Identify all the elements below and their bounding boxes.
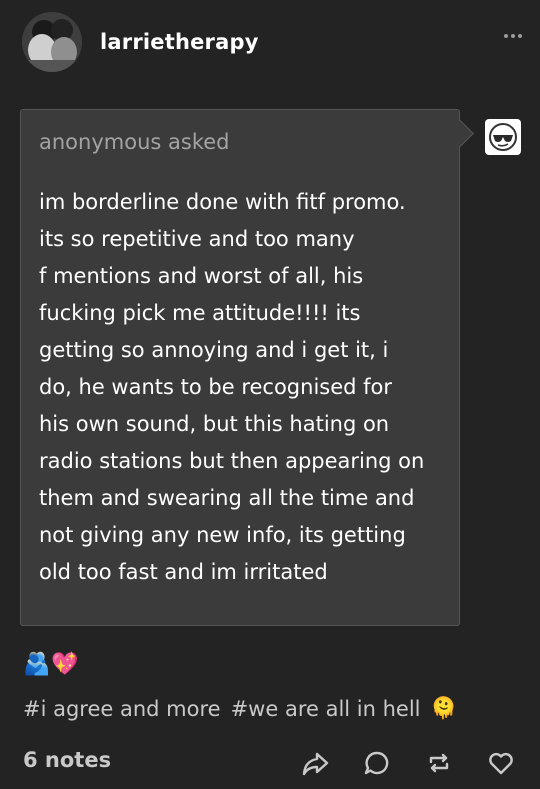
post-header: larrietherapy (22, 12, 259, 72)
share-icon[interactable] (300, 748, 330, 778)
more-options-icon[interactable] (504, 34, 522, 38)
blog-avatar[interactable] (22, 12, 82, 72)
asker-name: anonymous (39, 130, 162, 154)
anonymous-sunglasses-avatar (485, 119, 521, 155)
tumblr-post: larrietherapy anonymous asked im borderl… (0, 0, 540, 789)
reblog-icon[interactable] (424, 748, 454, 778)
people-hugging-emoji: 🫂 (23, 652, 51, 677)
asked-label: asked (168, 130, 230, 154)
blog-name[interactable]: larrietherapy (100, 30, 259, 54)
melting-face-emoji: 🫠 (430, 696, 457, 720)
tag-we-are-all-in-hell[interactable]: #we are all in hell (231, 697, 421, 721)
question-text: im borderline done with fitf promo. its … (39, 190, 425, 584)
sparkling-heart-emoji: 💖 (51, 652, 79, 677)
post-body-emojis: 🫂 💖 (23, 650, 79, 680)
ask-header: anonymous asked (39, 130, 230, 154)
like-icon[interactable] (486, 748, 516, 778)
tag-i-agree-and-more[interactable]: #i agree and more (23, 697, 221, 721)
post-tags: #i agree and more #we are all in hell 🫠 (23, 696, 457, 721)
reply-icon[interactable] (362, 748, 392, 778)
post-actions (0, 748, 540, 778)
ask-box: anonymous asked im borderline done with … (20, 109, 460, 626)
